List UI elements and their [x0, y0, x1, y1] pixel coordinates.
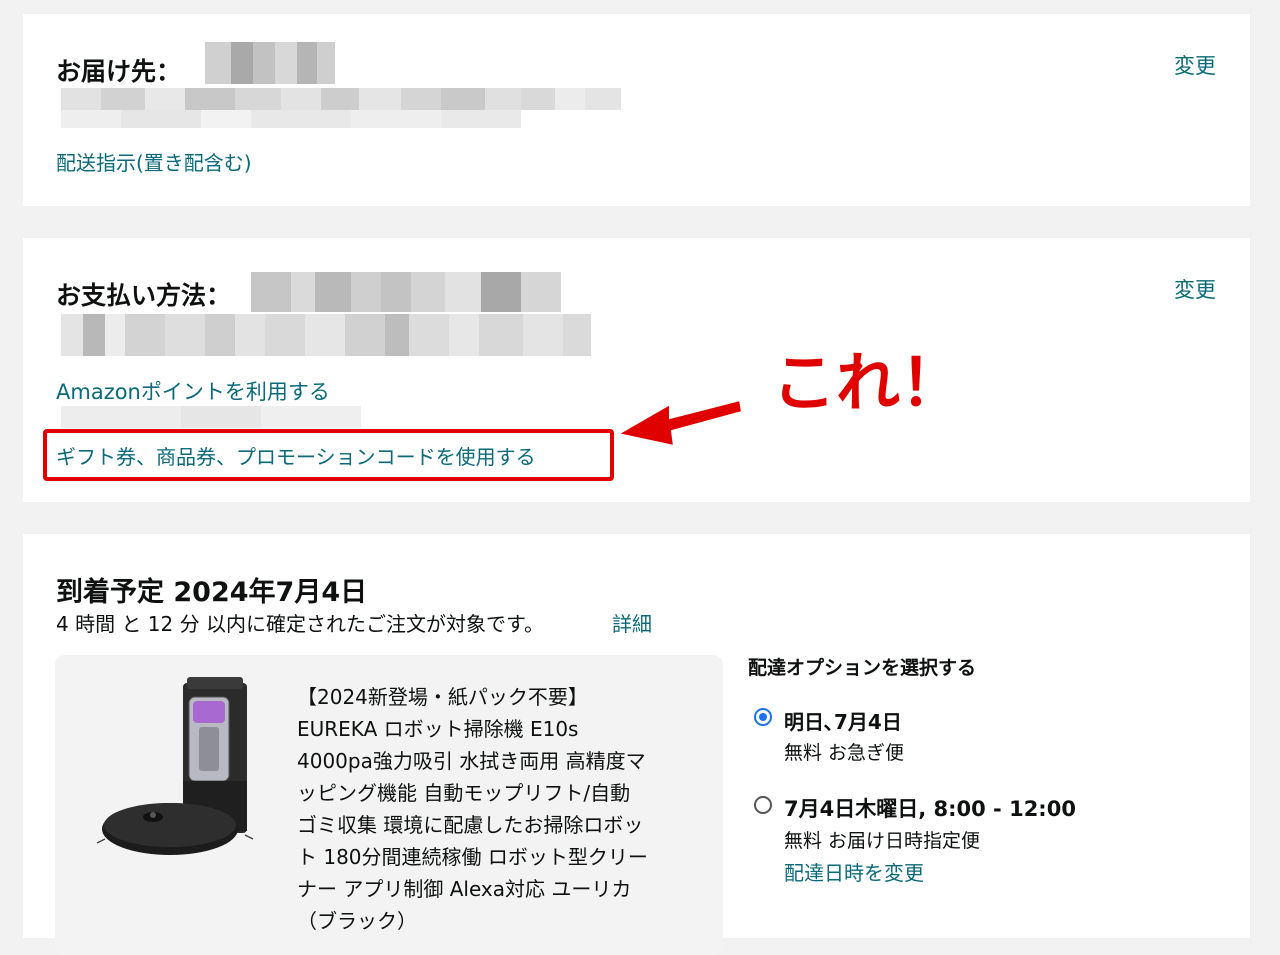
callout-text: これ！ [772, 347, 964, 421]
delivery-option-radio[interactable] [754, 796, 772, 814]
product-title[interactable]: 【2024新登場・紙パック不要】 EUREKA ロボット掃除機 E10s 400… [297, 681, 697, 937]
product-title-line: （ブラック） [297, 909, 417, 933]
product-title-line: ゴミ収集 環境に配慮したお掃除ロボッ [297, 813, 644, 837]
details-link[interactable]: 詳細 [612, 608, 652, 637]
redacted-payment-details [61, 314, 591, 356]
product-title-line: 4000pa強力吸引 水拭き両用 高精度マ [297, 749, 646, 773]
delivery-option-radio[interactable] [754, 708, 772, 726]
delivery-option-detail: 無料 お届け日時指定便 [784, 830, 981, 852]
shipping-card: お届け先： 配送指示(置き配含む) 変更 [23, 14, 1250, 206]
redacted-address-2 [61, 110, 521, 128]
product-title-line: EUREKA ロボット掃除機 E10s [297, 717, 579, 741]
delivery-option-title[interactable]: 明日､7月4日 [784, 706, 902, 735]
arrow-icon [615, 398, 744, 448]
product-title-line: ナー アプリ制御 Alexa対応 ユーリカ [297, 877, 632, 901]
delivery-option-title[interactable]: 7月4日木曜日, 8:00 - 12:00 [784, 793, 1076, 823]
product-image[interactable]: eureka [95, 671, 265, 871]
highlight-box [43, 429, 614, 481]
use-amazon-points-link[interactable]: Amazonポイントを利用する [56, 376, 330, 406]
product-title-line: ッピング機能 自動モップリフト/自動 [297, 781, 631, 805]
product-title-line: ト 180分間連続稼働 ロボット型クリー [297, 845, 648, 869]
change-delivery-time-link[interactable]: 配達日時を変更 [784, 857, 924, 886]
delivery-title: 到着予定 2024年7月4日 [56, 577, 368, 608]
product-box: eureka 【2024新登場・紙パック不要】 EUREKA ロボット掃除機 E… [55, 655, 723, 955]
redacted-payment-method [251, 272, 561, 312]
delivery-options-title: 配達オプションを選択する [748, 657, 977, 679]
delivery-subtitle: 4 時間 と 12 分 以内に確定されたご注文が対象です。 [56, 612, 544, 636]
payment-change-link[interactable]: 変更 [1174, 274, 1216, 304]
delivery-instructions-link[interactable]: 配送指示(置き配含む) [56, 147, 252, 176]
payment-label: お支払い方法： [56, 281, 232, 310]
shipping-label: お届け先： [56, 57, 182, 86]
delivery-card: 到着予定 2024年7月4日 4 時間 と 12 分 以内に確定されたご注文が対… [23, 534, 1250, 955]
shipping-change-link[interactable]: 変更 [1174, 50, 1216, 80]
delivery-option-detail: 無料 お急ぎ便 [784, 742, 905, 764]
redacted-name [205, 42, 335, 84]
redacted-address-1 [61, 88, 621, 110]
product-title-line: 【2024新登場・紙パック不要】 [297, 685, 588, 709]
redacted-points-balance [61, 406, 361, 428]
